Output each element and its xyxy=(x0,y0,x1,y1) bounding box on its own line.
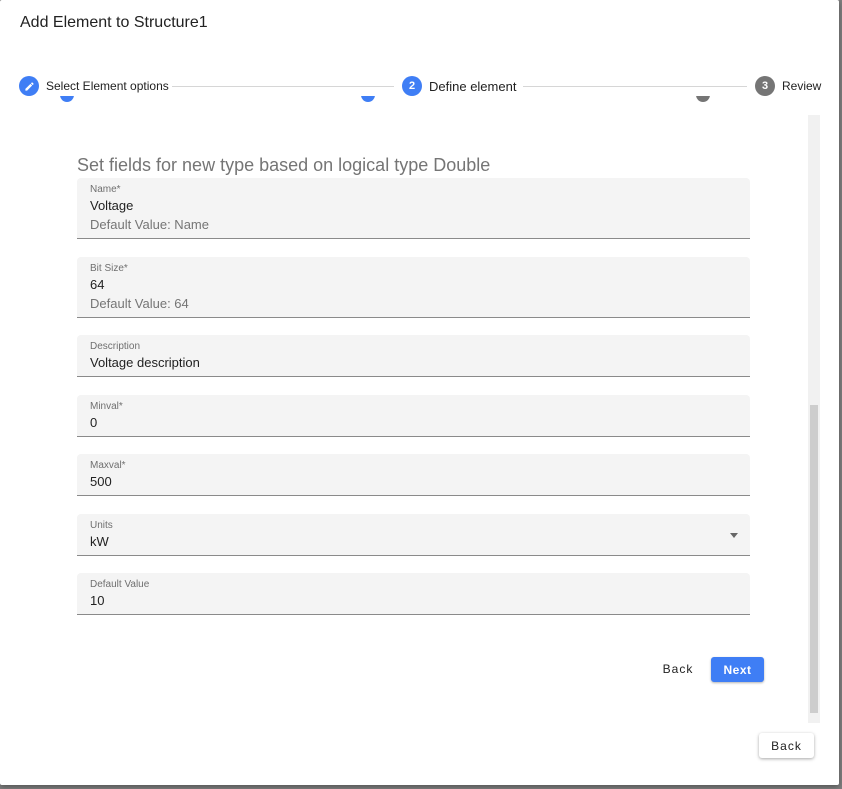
field-value[interactable]: 500 xyxy=(90,474,112,489)
step-label: Select Element options xyxy=(46,79,169,93)
field-value[interactable]: 64 xyxy=(90,277,104,292)
minval-field[interactable]: Minval* 0 xyxy=(77,395,750,437)
step-select-element-options[interactable]: Select Element options xyxy=(19,74,169,98)
form-heading: Set fields for new type based on logical… xyxy=(77,155,491,175)
scrolled-step-circle xyxy=(361,96,375,114)
field-value[interactable]: 10 xyxy=(90,593,104,608)
field-hint: Default Value: 64 xyxy=(90,296,189,311)
scrolled-step-circle xyxy=(696,96,710,114)
name-field[interactable]: Name* Voltage Default Value: Name xyxy=(77,178,750,239)
dropdown-arrow-icon[interactable] xyxy=(730,533,738,538)
step-define-element[interactable]: 2 Define element xyxy=(402,74,516,98)
field-label: Name* xyxy=(90,184,121,195)
step-label: Define element xyxy=(429,78,517,94)
scrollbar[interactable] xyxy=(808,115,820,723)
step-review[interactable]: 3 Review xyxy=(755,74,821,98)
step-number: 3 xyxy=(755,76,775,96)
field-label: Minval* xyxy=(90,401,123,412)
field-label: Default Value xyxy=(90,579,150,590)
field-value[interactable]: Voltage xyxy=(90,198,133,213)
dialog-title: Add Element to Structure1 xyxy=(20,14,208,31)
step-back-button[interactable]: Back xyxy=(652,655,704,683)
pencil-icon xyxy=(19,76,39,96)
default-value-field[interactable]: Default Value 10 xyxy=(77,573,750,615)
step-content: Set fields for new type based on logical… xyxy=(0,115,808,715)
bit-size-field[interactable]: Bit Size* 64 Default Value: 64 xyxy=(77,257,750,318)
field-label: Bit Size* xyxy=(90,263,128,274)
field-label: Description xyxy=(90,341,141,352)
maxval-field[interactable]: Maxval* 500 xyxy=(77,454,750,496)
scrollbar-thumb[interactable] xyxy=(810,405,818,713)
field-label: Units xyxy=(90,520,113,531)
field-value: kW xyxy=(90,534,109,549)
step-connector xyxy=(172,86,394,87)
field-value[interactable]: 0 xyxy=(90,415,97,430)
next-button[interactable]: Next xyxy=(711,657,764,682)
step-number: 2 xyxy=(402,76,422,96)
stepper: Select Element options 2 Define element … xyxy=(0,74,839,98)
field-hint: Default Value: Name xyxy=(90,217,209,232)
step-label: Review xyxy=(782,79,822,93)
dialog-back-button[interactable]: Back xyxy=(759,733,814,758)
description-field[interactable]: Description Voltage description xyxy=(77,335,750,377)
units-select[interactable]: Units kW xyxy=(77,514,750,556)
field-label: Maxval* xyxy=(90,460,126,471)
scrolled-step-circle xyxy=(60,96,74,114)
step-connector xyxy=(523,86,747,87)
field-value[interactable]: Voltage description xyxy=(90,355,200,370)
add-element-dialog: Add Element to Structure1 Select Element… xyxy=(0,0,839,785)
